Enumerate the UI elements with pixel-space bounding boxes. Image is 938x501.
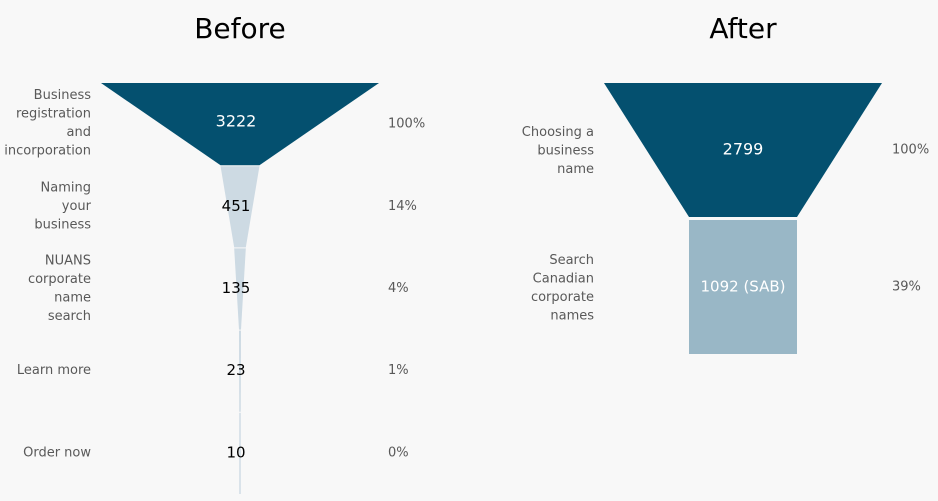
before-stage-label-2-line-3: business [34,217,91,232]
before-percent-2: 14% [388,199,417,214]
before-value-5: 10 [226,443,245,461]
before-stage-label-1-line-2: registration [16,106,91,121]
before-percent-1: 100% [388,117,425,132]
before-value-4: 23 [226,361,245,379]
after-stage-label-2-line-2: Canadian [533,271,594,286]
before-stage-label-4-line-1: Learn more [17,363,91,378]
before-stage-label-3-line-2: corporate [28,272,91,287]
after-stage-label-1-line-3: name [557,162,594,177]
after-stage-label-1-line-2: business [537,144,594,159]
after-value-1: 2799 [723,140,764,159]
after-stage-label-2-line-1: Search [549,253,594,268]
before-stage-label-2-line-1: Naming [41,180,91,195]
after-stage-label-2-line-4: names [550,308,594,323]
before-stage-label-1-line-3: and [67,125,91,140]
funnel-comparison: Before 3222 Business registration and incorpo… [0,0,938,501]
after-percent-2: 39% [892,280,921,295]
before-percent-5: 0% [388,445,409,460]
after-percent-1: 100% [892,143,929,158]
before-stage-label-1-line-1: Business [34,88,92,103]
after-title: After [709,12,777,45]
after-stage-label-2-line-3: corporate [531,290,594,305]
before-percent-4: 1% [388,363,409,378]
before-stage-label-3-line-1: NUANS [45,253,91,268]
before-value-3: 135 [222,279,251,297]
before-stage-label-5-line-1: Order now [23,445,91,460]
before-stage-label-3-line-4: search [48,309,91,324]
before-title: Before [194,12,286,45]
before-value-2: 451 [222,197,251,215]
before-percent-3: 4% [388,281,409,296]
before-stage-label-3-line-3: name [54,290,91,305]
before-stage-label-1-line-4: incorporation [4,143,91,158]
after-stage-label-1-line-1: Choosing a [522,125,594,140]
before-stage-label-2-line-2: your [62,199,92,214]
before-value-1: 3222 [216,112,257,131]
funnel-charts-svg: Before 3222 Business registration and incorpo… [4,12,929,494]
after-value-2: 1092 (SAB) [701,278,786,296]
